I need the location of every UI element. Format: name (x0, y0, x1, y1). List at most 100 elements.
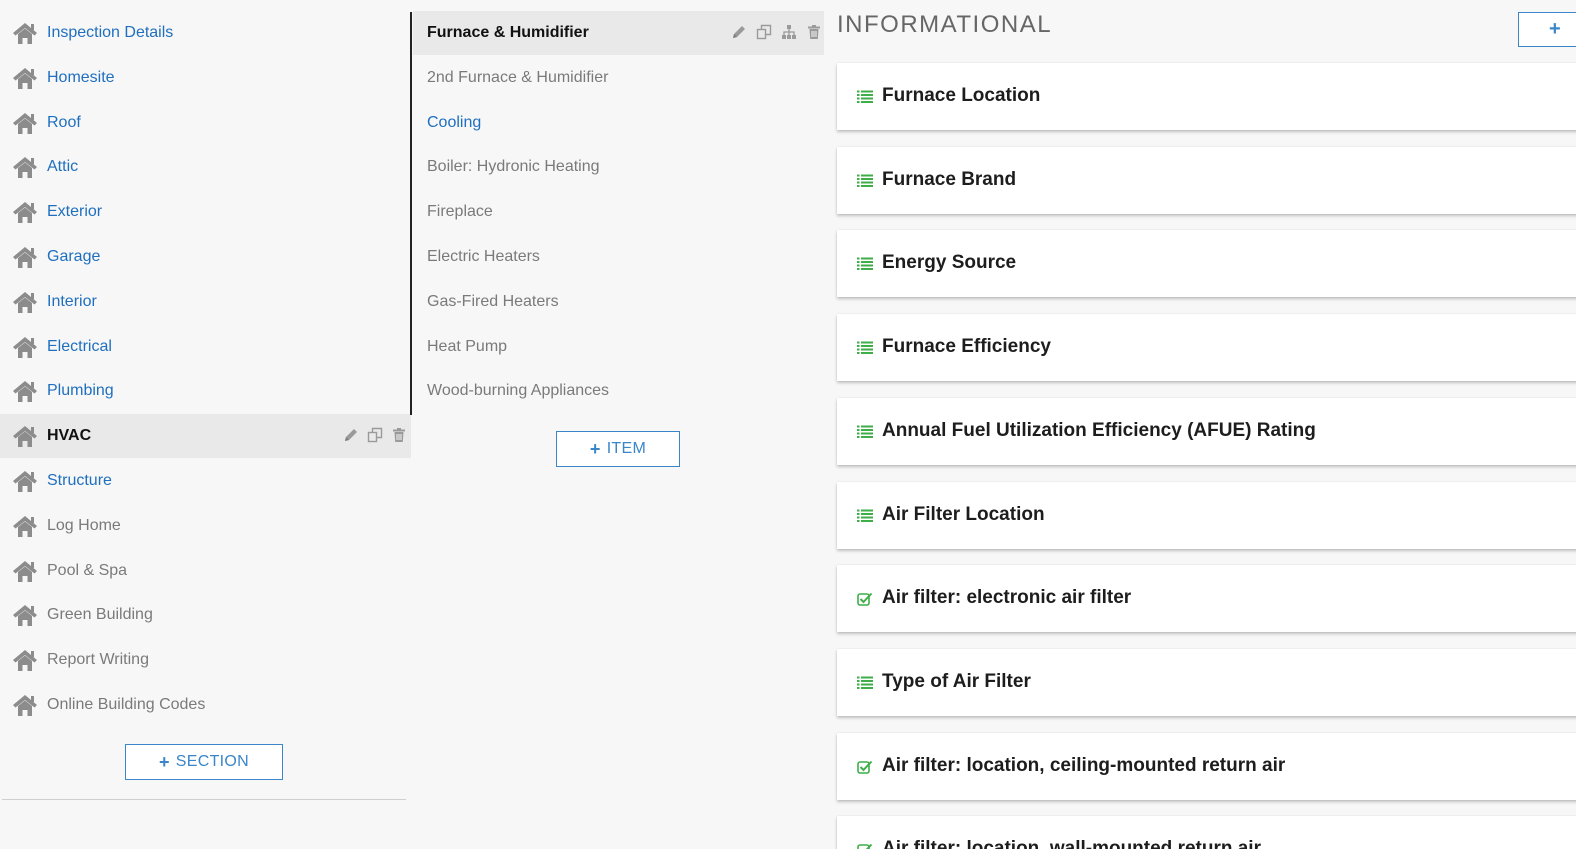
items-panel: Furnace & Humidifier 2nd Furnace & Humidi… (411, 0, 825, 849)
sidebar-item-label: Homesite (47, 68, 115, 86)
sidebar-item[interactable]: Online Building Codes (0, 683, 411, 727)
sidebar-item[interactable]: Electrical (0, 325, 411, 369)
item-row[interactable]: Fireplace (413, 190, 824, 234)
item-row[interactable]: 2nd Furnace & Humidifier (413, 56, 824, 100)
home-icon (12, 602, 38, 628)
comment-card[interactable]: Air filter: location, ceiling-mounted re… (837, 732, 1576, 800)
sidebar-item[interactable]: Structure (0, 459, 411, 503)
add-comment-button[interactable]: + (1518, 12, 1576, 47)
sidebar-item-label: HVAC (47, 427, 92, 445)
item-row[interactable]: Heat Pump (413, 325, 824, 369)
item-row[interactable]: Cooling (413, 101, 824, 145)
home-icon (12, 289, 38, 315)
sidebar-item[interactable]: Homesite (0, 56, 411, 100)
item-label: Furnace & Humidifier (427, 24, 589, 41)
home-icon (12, 378, 38, 404)
item-row[interactable]: Furnace & Humidifier (413, 11, 824, 55)
item-label: Fireplace (427, 203, 493, 221)
delete-trash-icon[interactable] (806, 24, 822, 40)
home-icon (12, 513, 38, 539)
sidebar-item[interactable]: Pool & Spa (0, 549, 411, 593)
list-icon (857, 509, 873, 523)
comment-title: Air filter: electronic air filter (882, 587, 1132, 609)
add-section-label: SECTION (175, 753, 250, 770)
sidebar-item[interactable]: Plumbing (0, 369, 411, 413)
home-icon (12, 110, 38, 136)
sidebar-item[interactable]: Attic (0, 145, 411, 189)
sidebar-item[interactable]: Exterior (0, 190, 411, 234)
comments-panel: INFORMATIONAL + Furnace Location Furnace … (825, 0, 1576, 849)
list-icon (857, 257, 873, 271)
comment-title: Furnace Brand (882, 168, 1017, 190)
item-row[interactable]: Wood-burning Appliances (413, 369, 824, 413)
sidebar-item-label: Pool & Spa (47, 561, 128, 579)
comment-card[interactable]: Furnace Brand (837, 146, 1576, 214)
delete-trash-icon[interactable] (391, 427, 407, 443)
home-icon (12, 334, 38, 360)
list-icon (857, 341, 873, 355)
item-actions (731, 24, 822, 40)
item-label: Cooling (427, 113, 482, 131)
list-icon (857, 90, 873, 104)
item-label: Heat Pump (427, 337, 508, 355)
item-label: Wood-burning Appliances (427, 382, 610, 400)
add-section-button[interactable]: + SECTION (125, 744, 283, 780)
sidebar-item[interactable]: Roof (0, 101, 411, 145)
item-row[interactable]: Gas-Fired Heaters (413, 280, 824, 324)
move-tree-icon[interactable] (781, 24, 797, 40)
home-icon (12, 423, 38, 449)
sidebar-item-label: Roof (47, 113, 81, 131)
category-title: INFORMATIONAL (837, 11, 1053, 38)
sidebar-item[interactable]: Log Home (0, 504, 411, 548)
edit-pencil-icon[interactable] (731, 24, 747, 40)
comment-title: Furnace Location (882, 85, 1041, 106)
home-icon (12, 154, 38, 180)
sidebar-item-label: Plumbing (47, 382, 114, 400)
list-icon (857, 676, 873, 690)
check-square-icon (857, 760, 873, 774)
home-icon (12, 558, 38, 584)
item-label: Electric Heaters (427, 248, 540, 265)
sidebar-item[interactable]: Garage (0, 235, 411, 279)
sidebar-item[interactable]: Interior (0, 280, 411, 324)
sidebar-item[interactable]: HVAC (0, 414, 411, 459)
list-icon (857, 425, 873, 439)
item-row[interactable]: Boiler: Hydronic Heating (413, 145, 824, 189)
add-item-label: ITEM (606, 440, 647, 457)
sidebar-item-label: Attic (47, 158, 79, 176)
add-item-button[interactable]: + ITEM (556, 431, 680, 467)
home-icon (12, 199, 38, 225)
sidebar-item-label: Garage (47, 248, 101, 265)
item-label: 2nd Furnace & Humidifier (427, 68, 609, 86)
comment-title: Air Filter Location (882, 503, 1045, 525)
comment-card[interactable]: Air filter: location, wall-mounted retur… (837, 816, 1576, 849)
comment-card[interactable]: Air Filter Location (837, 481, 1576, 549)
home-icon (12, 65, 38, 91)
sidebar-item-label: Structure (47, 472, 112, 489)
comment-card[interactable]: Furnace Efficiency (837, 314, 1576, 382)
edit-pencil-icon[interactable] (343, 427, 359, 443)
item-label: Boiler: Hydronic Heating (427, 158, 600, 176)
sidebar-item[interactable]: Report Writing (0, 638, 411, 682)
home-icon (12, 692, 38, 718)
item-label: Gas-Fired Heaters (427, 292, 559, 310)
sidebar-item-label: Online Building Codes (47, 696, 206, 713)
sidebar-item-label: Green Building (47, 606, 153, 624)
sidebar-item[interactable]: Inspection Details (0, 11, 411, 55)
plus-icon: + (589, 439, 601, 459)
comment-card[interactable]: Type of Air Filter (837, 648, 1576, 716)
duplicate-icon[interactable] (756, 24, 772, 40)
check-square-icon (857, 843, 873, 849)
comment-card[interactable]: Energy Source (837, 230, 1576, 298)
comment-title: Air filter: location, wall-mounted retur… (882, 838, 1261, 849)
comment-card[interactable]: Furnace Location (837, 63, 1576, 130)
comment-card[interactable]: Annual Fuel Utilization Efficiency (AFUE… (837, 397, 1576, 465)
comment-card[interactable]: Air filter: electronic air filter (837, 565, 1576, 633)
sidebar-item[interactable]: Green Building (0, 593, 411, 637)
sidebar-item-label: Report Writing (47, 651, 149, 669)
duplicate-icon[interactable] (367, 427, 383, 443)
comment-title: Type of Air Filter (882, 670, 1031, 692)
sidebar-item-label: Electrical (47, 337, 112, 355)
items-panel-border (410, 12, 412, 415)
item-row[interactable]: Electric Heaters (413, 235, 824, 279)
